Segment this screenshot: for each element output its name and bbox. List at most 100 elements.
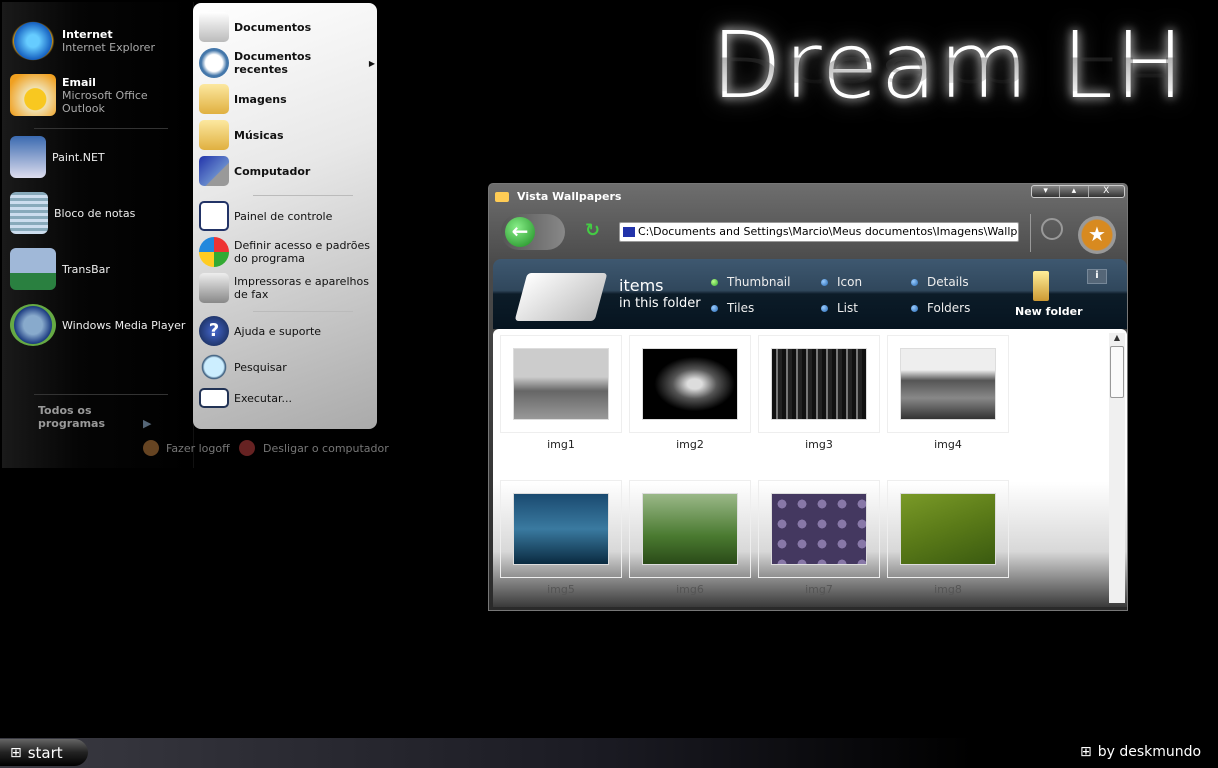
help-executar[interactable]: Executar... — [199, 388, 375, 408]
view-folders[interactable]: Folders — [911, 301, 970, 315]
recent-notepad[interactable]: Bloco de notas — [10, 188, 190, 238]
pictures-folder-icon — [199, 84, 229, 114]
system-definir-acesso[interactable]: Definir acesso e padrões do programa — [199, 237, 375, 267]
close-button[interactable]: X — [1089, 186, 1124, 197]
label: Computador — [234, 164, 311, 178]
info-icon[interactable]: i — [1087, 269, 1107, 284]
logoff-button[interactable]: Fazer logoff — [143, 440, 230, 456]
label: Painel de controle — [234, 209, 333, 223]
shutdown-label: Desligar o computador — [263, 441, 389, 455]
file-name: img5 — [547, 583, 575, 596]
new-folder-icon[interactable] — [1033, 271, 1049, 301]
sublabel: Internet Explorer — [62, 41, 155, 54]
label: Executar... — [234, 391, 292, 405]
label: Documentos — [234, 20, 312, 34]
recent-documents-icon — [199, 48, 229, 78]
label: Pesquisar — [234, 360, 287, 374]
system-painel[interactable]: Painel de controle — [199, 201, 375, 231]
file-img6[interactable]: img6 — [629, 480, 751, 596]
scroll-thumb[interactable] — [1110, 346, 1124, 398]
place-imagens[interactable]: Imagens — [199, 84, 375, 114]
logoff-label: Fazer logoff — [166, 441, 230, 455]
file-img2[interactable]: img2 — [629, 335, 751, 451]
documents-icon — [199, 12, 229, 42]
recent-transbar[interactable]: TransBar — [10, 244, 190, 294]
taskbar — [0, 738, 1218, 768]
thumbnail — [887, 335, 1009, 433]
place-documentos-recentes[interactable]: Documentos recentes ▶ — [199, 48, 375, 78]
address-bar[interactable]: C:\Documents and Settings\Marcio\Meus do… — [619, 222, 1019, 242]
recent-media-player[interactable]: Windows Media Player — [10, 300, 190, 350]
view-thumbnail[interactable]: Thumbnail — [711, 275, 790, 289]
help-ajuda[interactable]: ? Ajuda e suporte — [199, 316, 375, 346]
file-img5[interactable]: img5 — [500, 480, 622, 596]
pinned-email[interactable]: Email Microsoft Office Outlook — [10, 70, 190, 120]
divider — [1030, 214, 1031, 252]
label: Impressoras e aparelhos de fax — [234, 275, 369, 301]
place-documentos[interactable]: Documentos — [199, 12, 375, 42]
file-name: img3 — [805, 438, 833, 451]
help-pesquisar[interactable]: Pesquisar — [199, 352, 375, 382]
start-button[interactable]: ⊞ start — [0, 739, 88, 766]
submenu-arrow-icon: ▶ — [368, 58, 375, 68]
maximize-button[interactable]: ▴ — [1060, 186, 1089, 197]
place-computador[interactable]: Computador — [199, 156, 375, 186]
label: Bloco de notas — [54, 206, 136, 220]
back-button[interactable]: ← — [505, 217, 535, 247]
view-details[interactable]: Details — [911, 275, 969, 289]
all-programs[interactable]: Todos os programas ▶ — [38, 404, 193, 430]
label: Email — [62, 75, 96, 89]
label: Definir acesso e padrões do programa — [234, 239, 370, 265]
view-icon[interactable]: Icon — [821, 275, 862, 289]
recent-paint-net[interactable]: Paint.NET — [10, 132, 190, 182]
window-controls: ▾ ▴ X — [1031, 185, 1125, 198]
file-name: img2 — [676, 438, 704, 451]
thumbnail — [500, 335, 622, 433]
minimize-button[interactable]: ▾ — [1032, 186, 1061, 197]
run-icon — [199, 388, 229, 408]
title-bar[interactable]: Vista Wallpapers — [495, 190, 621, 203]
system-impressoras[interactable]: Impressoras e aparelhos de fax — [199, 273, 375, 303]
view-tiles[interactable]: Tiles — [711, 301, 754, 315]
paint-net-icon — [10, 136, 46, 178]
new-folder-button[interactable]: New folder — [1015, 305, 1083, 318]
credit: ⊞ by deskmundo — [1080, 744, 1201, 760]
start-menu-left-pane: Internet Internet Explorer Email Microsoft… — [2, 2, 194, 468]
search-icon[interactable] — [1041, 218, 1063, 240]
divider — [34, 394, 168, 395]
file-img3[interactable]: img3 — [758, 335, 880, 451]
label: Documentos recentes — [234, 50, 312, 76]
vertical-scrollbar[interactable]: ▲ — [1109, 333, 1125, 603]
file-name: img7 — [805, 583, 833, 596]
shutdown-button[interactable]: Desligar o computador — [239, 440, 389, 456]
refresh-icon[interactable]: ↻ — [585, 220, 600, 241]
windows-logo-icon: ⊞ — [10, 744, 22, 761]
file-img1[interactable]: img1 — [500, 335, 622, 451]
thumbnail — [500, 480, 622, 578]
folder-paper-icon — [514, 273, 608, 321]
notepad-icon — [10, 192, 48, 234]
file-img7[interactable]: img7 — [758, 480, 880, 596]
file-area: img1 img2 img3 img4 img5 img6 img7 img8 … — [493, 329, 1127, 607]
thumbnail — [758, 335, 880, 433]
thumbnail — [629, 335, 751, 433]
music-folder-icon — [199, 120, 229, 150]
view-list[interactable]: List — [821, 301, 858, 315]
internet-explorer-icon — [10, 20, 56, 62]
start-label: start — [27, 743, 63, 762]
view-band: items in this folder Thumbnail Icon Deta… — [493, 259, 1127, 329]
file-name: img6 — [676, 583, 704, 596]
file-img8[interactable]: img8 — [887, 480, 1009, 596]
wallpaper-title-reflection: Dream LH — [711, 46, 1186, 101]
computer-icon — [199, 156, 229, 186]
favorites-star-icon[interactable]: ★ — [1078, 216, 1116, 254]
place-musicas[interactable]: Músicas — [199, 120, 375, 150]
file-img4[interactable]: img4 — [887, 335, 1009, 451]
thumbnail — [758, 480, 880, 578]
label: Imagens — [234, 92, 287, 106]
in-folder-label: in this folder — [619, 296, 701, 311]
credit-label: by deskmundo — [1097, 744, 1202, 760]
sublabel: Microsoft Office Outlook — [62, 88, 148, 115]
pinned-internet[interactable]: Internet Internet Explorer — [10, 16, 190, 66]
program-access-icon — [199, 237, 229, 267]
